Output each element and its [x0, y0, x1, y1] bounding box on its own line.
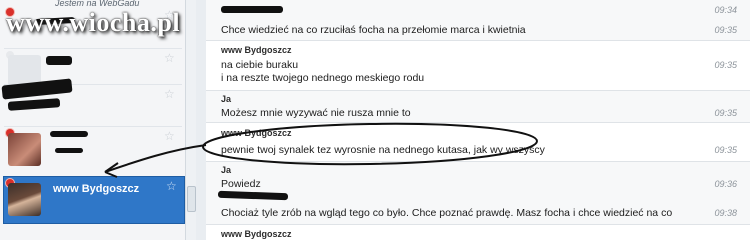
highlight-ellipse — [202, 122, 538, 166]
annotation-overlay — [104, 122, 538, 178]
arrow-line — [104, 144, 207, 173]
